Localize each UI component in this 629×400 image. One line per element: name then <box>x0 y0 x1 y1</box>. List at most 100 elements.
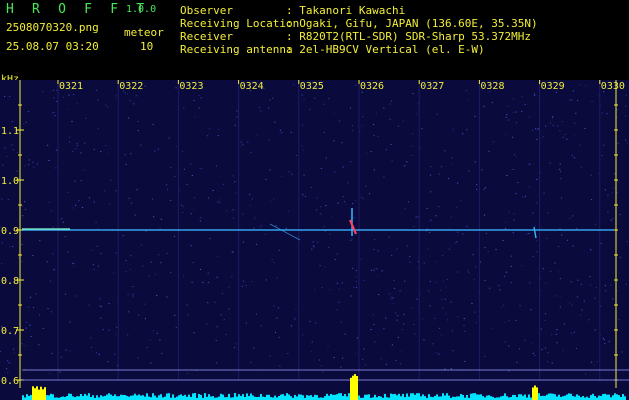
noise-speck <box>240 141 242 143</box>
level-bar <box>66 396 68 400</box>
noise-speck <box>271 259 273 260</box>
noise-speck <box>504 341 506 343</box>
noise-speck <box>487 251 489 253</box>
noise-speck <box>311 341 313 343</box>
noise-speck <box>447 178 450 180</box>
noise-speck <box>130 202 133 204</box>
noise-speck <box>600 242 602 244</box>
noise-speck <box>466 225 468 227</box>
level-bar <box>614 393 616 400</box>
noise-speck <box>566 138 568 140</box>
noise-speck <box>217 256 219 258</box>
level-bar <box>352 375 354 400</box>
noise-speck <box>279 129 281 131</box>
noise-speck <box>353 217 355 219</box>
level-bar <box>576 394 578 400</box>
noise-speck <box>569 302 571 304</box>
noise-speck <box>561 234 563 236</box>
level-bar <box>326 393 328 400</box>
level-bar <box>442 393 444 400</box>
noise-speck <box>50 210 52 212</box>
noise-speck <box>590 284 592 286</box>
level-bar <box>422 394 424 400</box>
noise-speck <box>11 121 13 123</box>
noise-speck <box>287 210 290 212</box>
level-bar <box>116 396 118 400</box>
level-bar <box>448 395 450 400</box>
level-bar <box>622 394 624 400</box>
noise-speck <box>236 116 238 118</box>
noise-speck <box>200 97 202 99</box>
noise-speck <box>220 314 222 316</box>
noise-speck <box>560 178 562 180</box>
noise-speck <box>93 148 95 150</box>
noise-speck <box>336 282 338 284</box>
level-bar <box>600 395 602 400</box>
level-bar <box>266 394 268 400</box>
noise-speck <box>370 269 373 271</box>
noise-speck <box>566 239 568 241</box>
noise-speck <box>269 99 271 101</box>
noise-speck <box>397 336 399 338</box>
level-bar <box>114 394 116 400</box>
noise-speck <box>234 124 236 126</box>
noise-speck <box>438 206 440 208</box>
noise-speck <box>547 361 549 363</box>
level-bar <box>368 394 370 400</box>
noise-speck <box>7 199 9 201</box>
noise-speck <box>108 329 110 331</box>
noise-speck <box>46 261 48 263</box>
level-bar <box>274 395 276 400</box>
noise-speck <box>293 84 295 86</box>
noise-speck <box>35 293 37 295</box>
noise-speck <box>521 110 523 112</box>
noise-speck <box>450 368 452 370</box>
level-bar <box>110 394 112 400</box>
noise-speck <box>404 165 406 167</box>
noise-speck <box>391 255 393 257</box>
freq-label: 1.0 <box>1 176 19 187</box>
noise-speck <box>395 359 397 361</box>
level-bar <box>140 395 142 400</box>
noise-speck <box>301 145 303 147</box>
noise-speck <box>542 268 544 270</box>
noise-speck <box>302 334 304 336</box>
noise-speck <box>105 104 107 106</box>
noise-speck <box>61 218 63 220</box>
level-bar <box>602 394 604 400</box>
app-version: 1.0.0 <box>126 4 157 15</box>
noise-speck <box>452 128 454 130</box>
noise-speck <box>482 106 484 108</box>
noise-speck <box>74 204 77 206</box>
level-bar <box>406 393 408 400</box>
noise-speck <box>528 186 530 188</box>
noise-speck <box>388 293 391 295</box>
level-bar <box>40 386 42 400</box>
noise-speck <box>125 163 127 165</box>
noise-speck <box>550 270 552 272</box>
noise-speck <box>365 152 368 154</box>
noise-speck <box>302 124 304 126</box>
noise-speck <box>504 228 507 230</box>
noise-speck <box>21 343 23 345</box>
noise-speck <box>212 189 214 191</box>
noise-speck <box>242 241 244 243</box>
noise-speck <box>616 109 618 111</box>
noise-speck <box>403 323 405 325</box>
level-bar <box>30 394 32 400</box>
noise-speck <box>442 307 444 309</box>
noise-speck <box>140 244 143 246</box>
noise-speck <box>353 287 355 288</box>
noise-speck <box>342 357 344 359</box>
noise-speck <box>515 319 517 321</box>
noise-speck <box>511 136 514 138</box>
noise-speck <box>325 157 327 159</box>
noise-speck <box>99 305 101 307</box>
noise-speck <box>72 94 75 95</box>
noise-speck <box>198 94 200 96</box>
noise-speck <box>321 214 323 216</box>
level-bar <box>482 396 484 400</box>
noise-speck <box>505 117 507 118</box>
noise-speck <box>512 169 514 170</box>
level-bar <box>278 396 280 400</box>
